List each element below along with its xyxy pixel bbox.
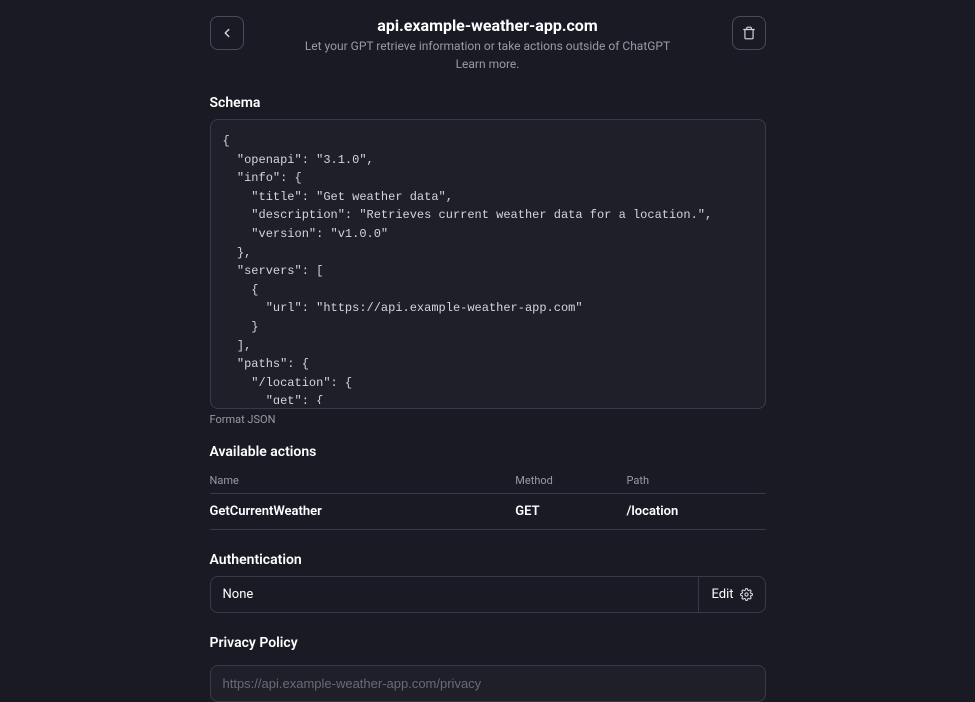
available-actions-label: Available actions bbox=[210, 444, 766, 460]
authentication-label: Authentication bbox=[210, 552, 766, 568]
auth-row: None Edit bbox=[210, 576, 766, 613]
page-subtitle: Let your GPT retrieve information or tak… bbox=[252, 37, 724, 55]
action-name: GetCurrentWeather bbox=[210, 494, 516, 530]
schema-box bbox=[210, 119, 766, 409]
schema-textarea[interactable] bbox=[211, 120, 765, 404]
auth-edit-button[interactable]: Edit bbox=[698, 577, 764, 612]
trash-icon bbox=[742, 26, 756, 40]
learn-more-link[interactable]: Learn more. bbox=[252, 57, 724, 71]
col-header-path: Path bbox=[626, 468, 765, 494]
header-center: api.example-weather-app.com Let your GPT… bbox=[252, 16, 724, 71]
auth-edit-label: Edit bbox=[711, 587, 733, 602]
action-path: /location bbox=[626, 494, 765, 530]
auth-value: None bbox=[211, 577, 699, 612]
chevron-left-icon bbox=[220, 26, 234, 40]
col-header-name: Name bbox=[210, 468, 516, 494]
privacy-label: Privacy Policy bbox=[210, 635, 766, 651]
page-title: api.example-weather-app.com bbox=[252, 16, 724, 35]
table-row: GetCurrentWeather GET /location bbox=[210, 494, 766, 530]
col-header-method: Method bbox=[515, 468, 626, 494]
schema-label: Schema bbox=[210, 95, 766, 111]
back-button[interactable] bbox=[210, 16, 244, 50]
privacy-input[interactable] bbox=[210, 665, 766, 702]
action-method: GET bbox=[515, 494, 626, 530]
gear-icon bbox=[740, 588, 753, 601]
actions-table: Name Method Path GetCurrentWeather GET /… bbox=[210, 468, 766, 530]
format-json-button[interactable]: Format JSON bbox=[210, 413, 766, 426]
delete-button[interactable] bbox=[732, 16, 766, 50]
